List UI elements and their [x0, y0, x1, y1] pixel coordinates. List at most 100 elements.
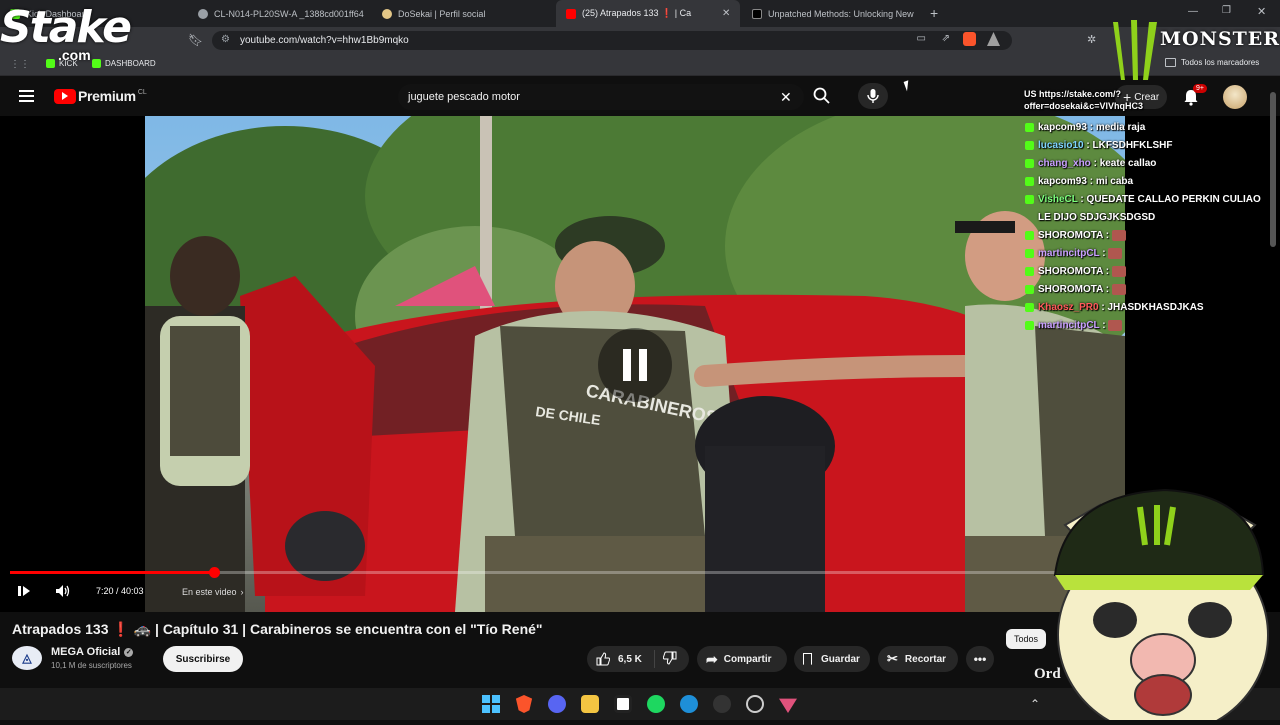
- spotify-icon[interactable]: [647, 695, 665, 713]
- like-dislike-group: 6,5 K: [587, 646, 689, 672]
- tab-cl-n014[interactable]: CL-N014-PL20SW-A _1388cd001ff64: [188, 0, 373, 27]
- chat-message-list: kapcom93 : media raja lucasio10 : LKFSDHF…: [1024, 119, 1274, 335]
- tiktok-favicon-icon: [752, 8, 762, 19]
- search-button[interactable]: [812, 86, 832, 106]
- discord-icon[interactable]: [548, 695, 566, 713]
- tab-atrapados[interactable]: (25) Atrapados 133 ❗ | Ca ✕: [556, 0, 740, 27]
- obs-icon[interactable]: [713, 695, 731, 713]
- browser-tab-strip: Kick Dashboard CL-N014-PL20SW-A _1388cd0…: [0, 0, 1280, 27]
- progress-bar[interactable]: [10, 567, 1125, 578]
- folder-icon: [1165, 58, 1176, 67]
- thumbs-down-icon: [662, 651, 677, 665]
- clip-button[interactable]: ✂ Recortar: [878, 646, 958, 672]
- address-bar[interactable]: ⚙ youtube.com/watch?v=hhw1Bb9mqko ▭ ⇗: [212, 31, 1012, 50]
- brand-label: Premium: [78, 88, 136, 104]
- url-text: youtube.com/watch?v=hhw1Bb9mqko: [240, 35, 409, 46]
- bookmark-icon[interactable]: 🔖︎: [188, 33, 203, 47]
- share-page-icon[interactable]: ⇗: [942, 33, 950, 44]
- dosekai-favicon-icon: [382, 8, 392, 19]
- channel-name: MEGA Oficial: [51, 646, 121, 658]
- share-button[interactable]: ➦ Compartir: [697, 646, 787, 672]
- youtube-logo[interactable]: Premium CL: [54, 88, 147, 104]
- minimize-icon[interactable]: —: [1188, 6, 1198, 17]
- kick-badge-icon: [1025, 123, 1034, 132]
- notifications-button[interactable]: 9+: [1183, 84, 1207, 106]
- pause-overlay-icon[interactable]: [598, 328, 672, 402]
- chat-separator: :: [1103, 284, 1112, 295]
- clear-search-icon[interactable]: ✕: [780, 89, 792, 106]
- volume-icon: [56, 585, 70, 597]
- youtube-play-logo-icon: [54, 88, 76, 104]
- tab-unpatched[interactable]: Unpatched Methods: Unlocking New: [742, 0, 927, 27]
- kick-badge-icon: [1025, 195, 1034, 204]
- chat-message-body: SHOROMOTA :: [1038, 281, 1126, 299]
- site-info-icon[interactable]: ⚙: [221, 34, 230, 45]
- chat-username: chang_xho: [1038, 158, 1091, 169]
- tab-label: Unpatched Methods: Unlocking New: [768, 8, 914, 19]
- kick-badge-icon: [1025, 141, 1034, 150]
- file-explorer-icon[interactable]: [581, 695, 599, 713]
- page-scrollbar-thumb[interactable]: [1270, 92, 1276, 247]
- edge-browser-icon[interactable]: [680, 695, 698, 713]
- monster-claw-icon: [1113, 20, 1157, 80]
- tray-chevron-up-icon[interactable]: ⌃: [1030, 697, 1040, 711]
- chat-message-body: kapcom93 : mi caba: [1038, 173, 1133, 191]
- all-bookmarks-folder[interactable]: Todos los marcadores: [1165, 58, 1259, 67]
- chat-message-body: VisheCL : QUEDATE CALLAO PERKIN CULIAO L…: [1038, 191, 1274, 227]
- thumbs-up-icon: [596, 652, 610, 666]
- subscribe-button[interactable]: Suscribirse: [163, 646, 243, 672]
- play-pause-button[interactable]: [18, 586, 30, 596]
- save-label: Guardar: [821, 653, 860, 665]
- search-input[interactable]: juguete pescado motor ✕: [398, 84, 804, 110]
- chat-text: mi caba: [1095, 176, 1134, 187]
- chat-message-body: martincitpCL :: [1038, 245, 1123, 263]
- chat-username: martincitpCL: [1038, 320, 1100, 331]
- chat-username: lucasio10: [1038, 140, 1084, 151]
- close-window-icon[interactable]: ✕: [1257, 5, 1266, 18]
- steam-icon[interactable]: [746, 695, 764, 713]
- restore-icon[interactable]: ❐: [1222, 5, 1231, 16]
- progress-played: [10, 571, 215, 574]
- brave-rewards-icon[interactable]: [987, 32, 1000, 46]
- voice-search-button[interactable]: [858, 83, 888, 109]
- start-menu-icon[interactable]: [482, 695, 500, 713]
- bookmark-save-icon: [803, 653, 812, 665]
- more-actions-button[interactable]: •••: [966, 646, 994, 672]
- chat-username: SHOROMOTA: [1038, 230, 1103, 241]
- monster-claw-logo: [1105, 18, 1165, 82]
- volume-button[interactable]: [55, 584, 71, 598]
- chevron-right-icon: ›: [240, 587, 244, 597]
- chat-header: US https://stake.com/?offer=dosekai&c=Vl…: [1024, 89, 1144, 111]
- filter-chip-all[interactable]: Todos: [1006, 629, 1047, 649]
- chat-emote-icon: [1108, 319, 1123, 331]
- scissors-icon: ✂: [887, 651, 898, 666]
- close-tab-icon[interactable]: ✕: [722, 8, 730, 19]
- clip-label: Recortar: [904, 653, 947, 665]
- save-button[interactable]: Guardar: [794, 646, 870, 672]
- like-button[interactable]: 6,5 K: [587, 650, 655, 668]
- chat-message-body: Khaosz_PR0 : JHASDKHASDJKAS: [1038, 299, 1204, 317]
- avatar[interactable]: [1223, 85, 1247, 109]
- cast-icon[interactable]: ▭: [917, 33, 926, 44]
- chat-emote-icon: [1111, 283, 1126, 295]
- menu-icon[interactable]: [19, 90, 34, 102]
- chat-message-body: kapcom93 : media raja: [1038, 119, 1145, 137]
- brave-shield-icon[interactable]: [963, 32, 976, 46]
- chat-separator: :: [1103, 266, 1112, 277]
- progress-scrubber[interactable]: [209, 567, 221, 578]
- kick-badge-icon: [1025, 267, 1034, 276]
- next-icon: [23, 586, 30, 596]
- media-app-icon[interactable]: [614, 695, 632, 713]
- channel-avatar[interactable]: ◬: [12, 646, 42, 670]
- tab-dosekai[interactable]: DoSekai | Perfil social: [372, 0, 557, 27]
- chat-username: VisheCL: [1038, 194, 1078, 205]
- extensions-icon[interactable]: ✲: [1087, 33, 1096, 46]
- stream-chat-overlay: US https://stake.com/?offer=dosekai&c=Vl…: [1024, 89, 1274, 335]
- bookmark-label: Todos los marcadores: [1181, 58, 1260, 67]
- kick-badge-icon: [1025, 285, 1034, 294]
- dislike-button[interactable]: [655, 651, 677, 668]
- chapter-button[interactable]: En este video ›: [182, 587, 244, 597]
- channel-name-link[interactable]: MEGA Oficial ✓: [51, 646, 134, 658]
- new-tab-icon[interactable]: +: [930, 5, 938, 21]
- time-display: 7:20 / 40:03: [96, 586, 144, 596]
